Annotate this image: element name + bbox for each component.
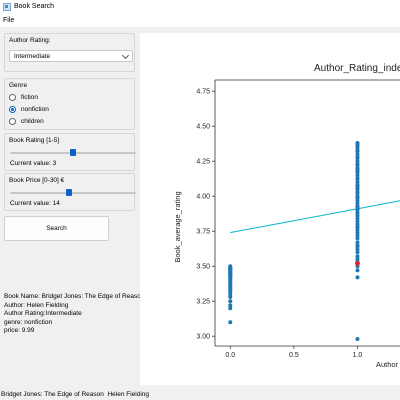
book-price-slider-handle[interactable] bbox=[65, 189, 72, 196]
data-point bbox=[228, 320, 233, 325]
data-point bbox=[355, 185, 360, 190]
y-tick-label: 4.75 bbox=[196, 89, 210, 96]
genre-group: Genre fiction nonfiction children bbox=[4, 78, 135, 130]
app-icon bbox=[3, 3, 11, 11]
scatter-chart: Author_Rating_inde Book_average_rating A… bbox=[173, 63, 400, 369]
search-button[interactable]: Search bbox=[4, 216, 109, 241]
data-point bbox=[355, 225, 360, 229]
y-tick-label: 4.00 bbox=[196, 194, 210, 201]
data-point bbox=[355, 167, 360, 172]
detail-book-name: Book Name: Bridget Jones: The Edge of Re… bbox=[4, 293, 145, 300]
book-details: Book Name: Bridget Jones: The Edge of Re… bbox=[4, 293, 144, 336]
radio-nonfiction-circle[interactable] bbox=[9, 106, 16, 113]
data-point bbox=[355, 244, 360, 249]
plot-area: Author_Rating_inde Book_average_rating A… bbox=[140, 33, 400, 385]
statusbar: Bridget Jones: The Edge of Reason Helen … bbox=[0, 391, 400, 400]
x-tick-label: 0.0 bbox=[225, 352, 235, 359]
search-button-label: Search bbox=[46, 225, 67, 232]
chevron-down-icon bbox=[121, 51, 130, 60]
y-axis-label: Book_average_rating bbox=[173, 191, 182, 262]
status-text: Bridget Jones: The Edge of Reason Helen … bbox=[1, 391, 150, 398]
menu-file[interactable]: File bbox=[3, 17, 14, 24]
y-tick-label: 3.25 bbox=[196, 299, 210, 306]
detail-price: price: 9.99 bbox=[4, 327, 35, 335]
detail-author: Author: Helen Fielding bbox=[4, 301, 69, 309]
book-price-current-value: Current value: 14 bbox=[10, 200, 60, 207]
data-point bbox=[355, 337, 360, 341]
radio-fiction-label: fiction bbox=[21, 94, 38, 101]
genre-radio-nonfiction[interactable]: nonfiction bbox=[9, 105, 129, 115]
y-tick-label: 3.00 bbox=[196, 334, 210, 341]
data-point bbox=[355, 275, 360, 280]
data-point bbox=[355, 240, 360, 245]
data-point bbox=[355, 206, 360, 211]
book-rating-slider-handle[interactable] bbox=[70, 149, 76, 156]
menubar: File bbox=[0, 15, 400, 27]
y-tick-label: 4.50 bbox=[196, 124, 210, 131]
chart-title: Author_Rating_inde bbox=[314, 63, 400, 74]
genre-radio-fiction[interactable]: fiction bbox=[9, 93, 129, 103]
author-rating-select[interactable]: Intermediate bbox=[9, 50, 133, 62]
genre-label: Genre bbox=[9, 82, 28, 89]
window-titlebar: Book Search bbox=[0, 0, 400, 15]
y-tick-label: 3.75 bbox=[196, 229, 210, 236]
window-title: Book Search bbox=[14, 3, 55, 10]
book-rating-slider[interactable] bbox=[10, 149, 136, 156]
detail-genre: genre: nonfiction bbox=[4, 318, 53, 326]
radio-nonfiction-label: nonfiction bbox=[21, 106, 49, 113]
data-point bbox=[228, 303, 233, 308]
book-price-slider[interactable] bbox=[10, 189, 136, 196]
data-point bbox=[355, 268, 360, 273]
highlight-point bbox=[355, 261, 360, 266]
data-point bbox=[228, 299, 233, 304]
x-tick-label: 0.5 bbox=[289, 352, 299, 359]
y-tick-label: 3.50 bbox=[196, 264, 210, 271]
genre-radio-children[interactable]: children bbox=[9, 117, 129, 127]
data-point bbox=[355, 254, 360, 259]
radio-children-circle[interactable] bbox=[9, 118, 16, 125]
x-axis-label: Author bbox=[376, 360, 399, 369]
book-price-group: Book Price [0-30] € Current value: 14 bbox=[4, 173, 136, 211]
regression-line bbox=[230, 200, 400, 234]
x-tick-label: 1.0 bbox=[353, 352, 363, 359]
author-rating-label: Author Rating: bbox=[9, 37, 51, 44]
radio-fiction-circle[interactable] bbox=[9, 94, 16, 101]
radio-children-label: children bbox=[21, 118, 44, 125]
data-point bbox=[355, 141, 360, 145]
detail-author-rating: Author Rating:Intermediate bbox=[4, 310, 82, 318]
y-tick-label: 4.25 bbox=[196, 159, 210, 166]
book-rating-group: Book Rating [1-5] Current value: 3 bbox=[4, 133, 136, 171]
data-point bbox=[228, 264, 233, 269]
book-rating-current-value: Current value: 3 bbox=[10, 160, 57, 167]
book-price-label: Book Price [0-30] € bbox=[9, 177, 65, 184]
book-rating-label: Book Rating [1-5] bbox=[9, 137, 60, 144]
author-rating-group: Author Rating: Intermediate bbox=[4, 33, 135, 72]
author-rating-value: Intermediate bbox=[14, 53, 51, 60]
